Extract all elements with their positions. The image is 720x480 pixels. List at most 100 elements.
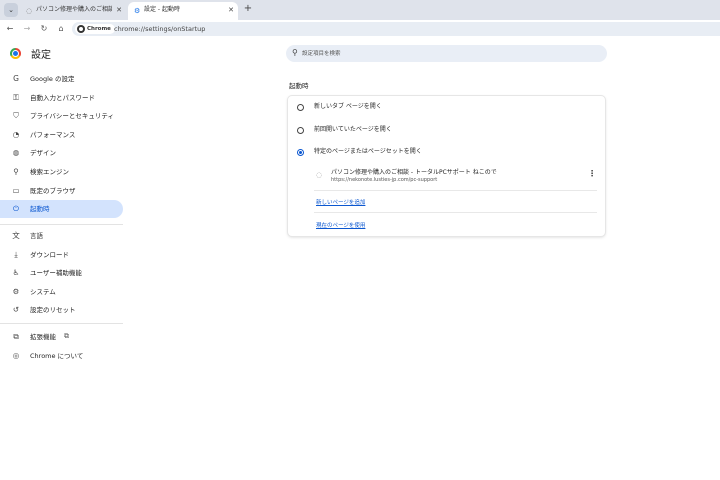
- sidebar-item-translate[interactable]: 文 言語: [0, 227, 123, 245]
- sidebar-item-download[interactable]: ⤓ ダウンロード: [0, 246, 123, 264]
- sidebar-item-label: 言語: [30, 232, 43, 240]
- sidebar-item-label: 自動入力とパスワード: [30, 93, 95, 102]
- palette-icon: ◍: [12, 148, 20, 158]
- key-icon: ⚿: [13, 92, 19, 102]
- option-continue[interactable]: 前回開いていたページを開く: [288, 121, 605, 139]
- chrome-icon: [77, 25, 85, 33]
- sidebar-item-speedometer[interactable]: ◔ パフォーマンス: [0, 126, 123, 144]
- globe-icon: ◌: [316, 171, 323, 179]
- startup-page-url: https://nekonote.lusties-jp.com/pc-suppo…: [331, 177, 438, 183]
- more-vert-icon[interactable]: ⋮: [587, 169, 597, 179]
- startup-page-title: パソコン修理や購入のご相談 - トータルPCサポート ねこので: [331, 169, 497, 176]
- accessibility-icon: ♿: [12, 268, 20, 278]
- tab-nekonote[interactable]: ◌ パソコン修理や購入のご相談 - トータ ✕: [20, 2, 126, 20]
- url-text[interactable]: chrome://settings/onStartup: [114, 22, 205, 36]
- arrow-right-icon: →: [23, 24, 31, 33]
- section-title: 起動時: [289, 82, 309, 90]
- speedometer-icon: ◔: [12, 129, 20, 139]
- browser-icon: ▭: [12, 185, 20, 195]
- tab-strip: ⌄ ◌ パソコン修理や購入のご相談 - トータ ✕ ⚙ 設定 - 起動時 ✕ +: [0, 0, 720, 20]
- address-bar[interactable]: Chrome chrome://settings/onStartup: [72, 22, 720, 36]
- startup-page-entry: ◌ パソコン修理や購入のご相談 - トータルPCサポート ねこので https:…: [314, 164, 597, 188]
- reset-icon: ↺: [12, 305, 20, 315]
- tab-settings[interactable]: ⚙ 設定 - 起動時 ✕: [128, 2, 238, 20]
- reload-button[interactable]: ↻: [38, 23, 50, 35]
- radio-button[interactable]: [297, 104, 304, 111]
- sidebar-item-label: ダウンロード: [30, 250, 69, 259]
- google-icon: G: [13, 74, 19, 83]
- close-icon[interactable]: ✕: [116, 2, 122, 18]
- globe-icon: ◌: [26, 7, 33, 15]
- radio-button-checked[interactable]: [297, 149, 304, 156]
- sidebar-item-label: 設定のリセット: [30, 306, 76, 315]
- page-title: 設定: [31, 50, 51, 61]
- reload-icon: ↻: [40, 24, 48, 33]
- sidebar-item-label: ユーザー補助機能: [30, 269, 82, 278]
- sidebar-item-label: デザイン: [30, 149, 56, 158]
- option-specific-pages[interactable]: 特定のページまたはページセットを開く: [288, 143, 605, 161]
- chip-label: Chrome: [87, 26, 111, 32]
- tab-title: 設定 - 起動時: [144, 6, 180, 13]
- sidebar-item-label: 既定のブラウザ: [30, 186, 76, 195]
- tab-title: パソコン修理や購入のご相談 - トータ: [36, 6, 112, 13]
- new-tab-button[interactable]: +: [242, 2, 254, 16]
- close-icon[interactable]: ✕: [228, 2, 234, 18]
- chrome-logo-icon: [10, 48, 21, 59]
- search-icon: ⚲: [292, 48, 298, 57]
- sidebar-item-label: パフォーマンス: [30, 130, 76, 139]
- translate-icon: 文: [12, 231, 20, 240]
- arrow-left-icon: ←: [6, 24, 14, 33]
- startup-card: 新しいタブ ページを開く 前回開いていたページを開く 特定のページまたはページセ…: [288, 96, 605, 236]
- option-label: 新しいタブ ページを開く: [314, 103, 382, 110]
- sidebar-item-label: プライバシーとセキュリティ: [30, 112, 114, 121]
- settings-search-box[interactable]: ⚲: [286, 45, 607, 62]
- search-input[interactable]: [302, 47, 592, 60]
- wrench-icon: ⚙: [12, 286, 20, 296]
- home-button[interactable]: ⌂: [55, 23, 67, 35]
- sidebar-item-label: 検索エンジン: [30, 168, 69, 176]
- shield-icon: ⛉: [13, 111, 19, 121]
- sidebar-item-wrench[interactable]: ⚙ システム: [0, 283, 123, 301]
- download-icon: ⤓: [14, 249, 18, 259]
- back-button[interactable]: ←: [4, 23, 16, 35]
- sidebar-item-label: Google の設定: [30, 75, 75, 83]
- chrome-icon: ◎: [12, 350, 20, 360]
- option-new-tab[interactable]: 新しいタブ ページを開く: [288, 98, 605, 116]
- chevron-down-icon: ⌄: [8, 6, 14, 14]
- search-icon: ⚲: [13, 167, 19, 176]
- radio-button[interactable]: [297, 127, 304, 134]
- sidebar-item-label: 拡張機能: [30, 333, 56, 341]
- sidebar-item-chrome[interactable]: ◎ Chrome について: [0, 347, 123, 365]
- tab-search-button[interactable]: ⌄: [4, 3, 18, 17]
- sidebar-item-browser[interactable]: ▭ 既定のブラウザ: [0, 182, 123, 200]
- sidebar-item-puzzle[interactable]: ⧉ 拡張機能 ⧉: [0, 328, 123, 346]
- sidebar-item-reset[interactable]: ↺ 設定のリセット: [0, 301, 123, 319]
- power-icon: ⏻: [13, 204, 19, 214]
- option-label: 前回開いていたページを開く: [314, 126, 392, 133]
- row-divider: [314, 190, 597, 191]
- add-page-link[interactable]: 新しいページを追加: [316, 198, 365, 206]
- sidebar-divider: [0, 224, 123, 225]
- sidebar-item-label: Chrome について: [30, 351, 84, 360]
- sidebar-item-google[interactable]: G Google の設定: [0, 70, 123, 88]
- toolbar: ← → ↻ ⌂ Chrome chrome://settings/onStart…: [0, 20, 720, 38]
- sidebar-item-shield[interactable]: ⛉ プライバシーとセキュリティ: [0, 107, 123, 125]
- gear-icon: ⚙: [134, 7, 141, 15]
- sidebar-divider: [0, 323, 123, 324]
- sidebar-item-power[interactable]: ⏻ 起動時: [0, 200, 123, 219]
- open-in-new-icon: ⧉: [64, 332, 69, 340]
- sidebar-item-label: システム: [30, 287, 56, 296]
- forward-button[interactable]: →: [21, 23, 33, 35]
- site-info-chip[interactable]: Chrome: [75, 24, 115, 34]
- sidebar-item-key[interactable]: ⚿ 自動入力とパスワード: [0, 89, 123, 107]
- puzzle-icon: ⧉: [13, 332, 19, 341]
- use-current-pages-link[interactable]: 現在のページを使用: [316, 221, 365, 229]
- option-label: 特定のページまたはページセットを開く: [314, 148, 422, 155]
- sidebar-item-label: 起動時: [30, 205, 50, 214]
- sidebar-item-palette[interactable]: ◍ デザイン: [0, 144, 123, 162]
- row-divider: [314, 212, 597, 213]
- plus-icon: +: [243, 3, 253, 14]
- sidebar-item-search[interactable]: ⚲ 検索エンジン: [0, 163, 123, 181]
- home-icon: ⌂: [58, 24, 64, 33]
- sidebar-item-accessibility[interactable]: ♿ ユーザー補助機能: [0, 264, 123, 282]
